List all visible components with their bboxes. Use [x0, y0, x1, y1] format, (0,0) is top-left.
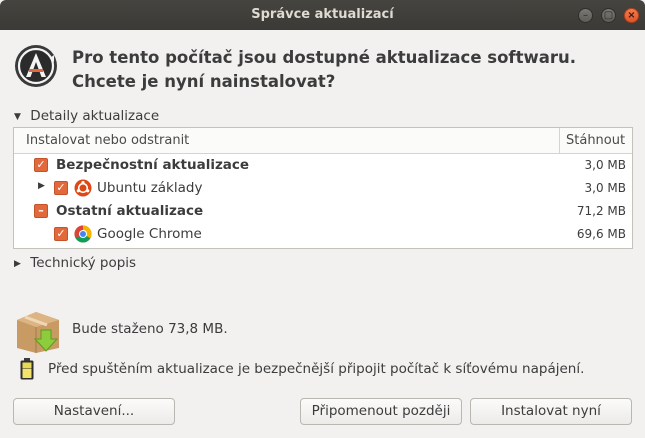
- checkbox-google-chrome[interactable]: ✓: [54, 227, 68, 241]
- checkbox-other-updates[interactable]: –: [34, 204, 48, 218]
- row-label: Ostatní aktualizace: [56, 203, 204, 219]
- remind-later-button[interactable]: Připomenout později: [300, 398, 462, 425]
- row-size: 71,2 MB: [576, 204, 626, 218]
- expand-arrow-icon[interactable]: ▶: [38, 181, 45, 191]
- checkbox-security-updates[interactable]: ✓: [34, 158, 48, 172]
- triangle-right-icon: ▶: [14, 259, 21, 269]
- download-size-text: Bude staženo 73,8 MB.: [72, 321, 228, 337]
- table-row[interactable]: ▶ ✓ Ubuntu základy 3,0 MB: [14, 177, 632, 200]
- triangle-down-icon: ▼: [14, 112, 21, 122]
- ubuntu-icon: [74, 179, 92, 197]
- settings-button[interactable]: Nastavení...: [13, 398, 175, 425]
- technical-description-expander[interactable]: ▶ Technický popis: [14, 255, 136, 271]
- table-row[interactable]: ✓ Bezpečnostní aktualizace 3,0 MB: [14, 154, 632, 177]
- column-header-download[interactable]: Stáhnout: [566, 133, 625, 148]
- table-row[interactable]: ✓ Google Chrome 69,6 MB: [14, 223, 632, 246]
- chrome-icon: [74, 225, 92, 243]
- table-header: Instalovat nebo odstranit Stáhnout: [14, 128, 632, 154]
- page-title: Pro tento počítač jsou dostupné aktualiz…: [72, 48, 577, 91]
- row-label: Google Chrome: [97, 226, 202, 242]
- updates-table: Instalovat nebo odstranit Stáhnout ✓ Bez…: [13, 127, 633, 249]
- window-title: Správce aktualizací: [251, 7, 394, 22]
- column-separator: [559, 128, 560, 154]
- maximize-button[interactable]: ▢: [601, 8, 616, 23]
- checkbox-ubuntu-base[interactable]: ✓: [54, 181, 68, 195]
- row-size: 69,6 MB: [576, 227, 626, 241]
- power-warning-text: Před spuštěním aktualizace je bezpečnějš…: [48, 361, 585, 377]
- row-size: 3,0 MB: [584, 158, 626, 172]
- minimize-button[interactable]: –: [578, 8, 593, 23]
- install-now-button[interactable]: Instalovat nyní: [470, 398, 632, 425]
- row-label: Bezpečnostní aktualizace: [56, 157, 250, 173]
- close-button[interactable]: ×: [624, 8, 639, 23]
- battery-icon: [20, 358, 34, 380]
- column-header-action[interactable]: Instalovat nebo odstranit: [26, 133, 189, 148]
- package-download-icon: [17, 312, 59, 353]
- software-updater-icon: [15, 45, 57, 87]
- title-bar: Správce aktualizací – ▢ ×: [0, 0, 645, 30]
- table-row[interactable]: – Ostatní aktualizace 71,2 MB: [14, 200, 632, 223]
- details-expander[interactable]: ▼ Detaily aktualizace: [14, 108, 159, 124]
- row-size: 3,0 MB: [584, 181, 626, 195]
- details-expander-label: Detaily aktualizace: [30, 108, 160, 124]
- technical-description-label: Technický popis: [30, 255, 137, 271]
- row-label: Ubuntu základy: [97, 180, 203, 196]
